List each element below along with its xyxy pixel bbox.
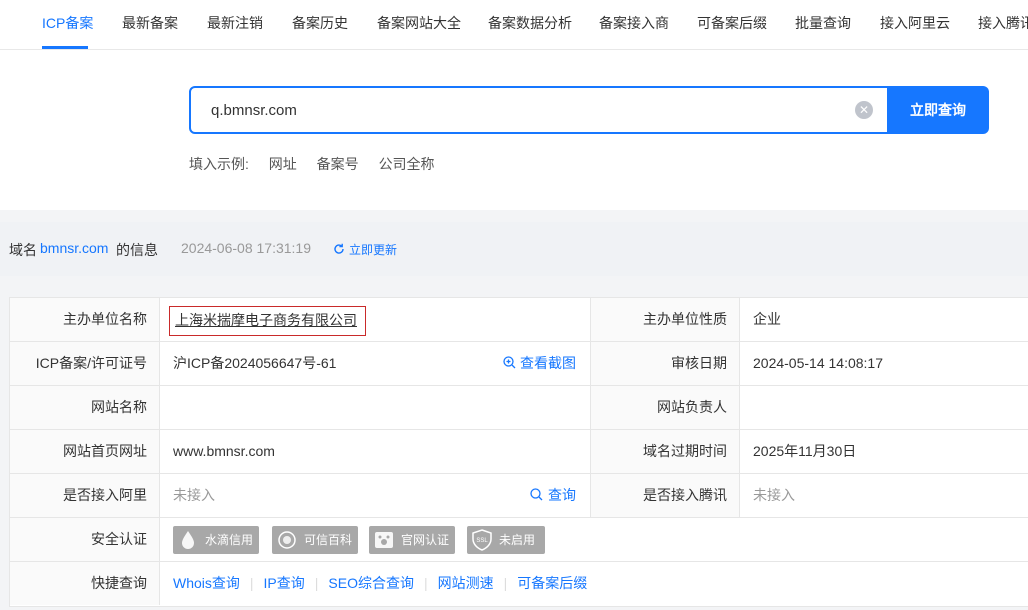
example-company-name[interactable]: 公司全称 [379,156,435,172]
refresh-icon [334,243,344,254]
top-nav: ICP备案 最新备案 最新注销 备案历史 备案网站大全 备案数据分析 备案接入商… [0,0,1028,50]
tab-icp[interactable]: ICP备案 [42,13,93,33]
search-icon [530,488,543,501]
clear-icon[interactable]: ✕ [855,101,873,119]
search-input[interactable] [211,88,831,132]
tab-record-sites[interactable]: 备案网站大全 [377,13,461,33]
row-label: 快捷查询 [10,562,160,605]
row-label: ICP备案/许可证号 [10,342,160,385]
domain-expiry-value: 2025年11月30日 [753,443,857,459]
suffix-link[interactable]: 可备案后缀 [517,575,587,591]
row-label: 网站首页网址 [10,430,160,473]
tab-latest-records[interactable]: 最新备案 [122,13,178,33]
icp-number-value: 沪ICP备2024056647号-61 [173,355,337,371]
row-label: 是否接入腾讯 [590,474,740,517]
separator: | [424,575,428,591]
row-label: 是否接入阿里 [10,474,160,517]
tab-record-history[interactable]: 备案历史 [292,13,348,33]
search-examples: 填入示例: 网址 备案号 公司全称 [189,154,451,174]
review-date-value: 2024-05-14 14:08:17 [753,355,883,371]
table-row: ICP备案/许可证号 沪ICP备2024056647号-61 查看截图 审核日期… [10,342,1028,386]
ip-query-link[interactable]: IP查询 [264,575,305,591]
example-record-number[interactable]: 备案号 [317,156,359,172]
tab-batch-query[interactable]: 批量查询 [795,13,851,33]
separator: | [314,575,319,591]
table-row: 安全认证 水滴信用 可信百科 官网认证 SSL 未启用 [10,518,1028,562]
paw-icon [375,532,393,548]
ssl-shield-icon: SSL [472,529,492,551]
sponsor-type-value: 企业 [753,311,781,327]
table-row: 是否接入阿里 未接入 查询 是否接入腾讯 未接入 [10,474,1028,518]
aliyun-query-label: 查询 [548,487,576,503]
view-screenshot-link[interactable]: 查看截图 [503,342,576,385]
row-label: 安全认证 [10,518,160,561]
example-url[interactable]: 网址 [269,156,297,172]
row-label: 审核日期 [590,342,740,385]
tab-aliyun[interactable]: 接入阿里云 [880,13,950,33]
table-row: 快捷查询 Whois查询 | IP查询 | SEO综合查询 | 网站测速 | 可备案后缀 [10,562,1028,606]
row-label: 网站名称 [10,386,160,429]
search-area: ✕ 立即查询 填入示例: 网址 备案号 公司全称 [0,50,1028,210]
quick-links: Whois查询 | IP查询 | SEO综合查询 | 网站测速 | 可备案后缀 [173,562,587,605]
row-label: 主办单位性质 [590,298,740,341]
badge-trusted-encyclopedia[interactable]: 可信百科 [272,526,359,554]
info-suffix: 的信息 [116,242,158,258]
record-table: 主办单位名称 上海米揣摩电子商务有限公司 主办单位性质 企业 ICP备案/许可证… [9,297,1028,607]
badge-ssl[interactable]: SSL 未启用 [467,526,546,554]
water-drop-icon [182,531,194,549]
row-label: 主办单位名称 [10,298,160,341]
table-row: 网站名称 网站负责人 [10,386,1028,430]
tencent-access-value: 未接入 [753,487,795,503]
info-domain[interactable]: bmnsr.com [40,240,108,256]
badge-official-site[interactable]: 官网认证 [369,526,456,554]
shield-icon [278,531,296,549]
info-prefix: 域名 [9,242,37,258]
info-timestamp: 2024-06-08 17:31:19 [181,240,311,256]
homepage-url-value[interactable]: www.bmnsr.com [173,430,275,473]
svg-text:SSL: SSL [476,538,488,544]
row-label: 域名过期时间 [590,430,740,473]
refresh-button[interactable]: 立即更新 [333,241,397,258]
zoom-in-icon [503,356,516,369]
separator: | [503,575,508,591]
seo-query-link[interactable]: SEO综合查询 [328,575,414,591]
search-box: ✕ [189,86,889,134]
sponsor-name-value[interactable]: 上海米揣摩电子商务有限公司 [169,306,366,336]
aliyun-access-value: 未接入 [173,487,215,503]
tab-latest-cancellations[interactable]: 最新注销 [207,13,263,33]
table-row: 主办单位名称 上海米揣摩电子商务有限公司 主办单位性质 企业 [10,298,1028,342]
tab-access-providers[interactable]: 备案接入商 [599,13,669,33]
badge-water-credit[interactable]: 水滴信用 [173,526,260,554]
row-label: 网站负责人 [590,386,740,429]
speed-test-link[interactable]: 网站测速 [438,575,494,591]
search-button[interactable]: 立即查询 [887,86,989,134]
view-screenshot-label: 查看截图 [520,355,576,371]
refresh-label: 立即更新 [349,243,398,257]
active-tab-indicator [42,46,88,49]
aliyun-query-link[interactable]: 查询 [530,474,576,517]
table-row: 网站首页网址 www.bmnsr.com 域名过期时间 2025年11月30日 [10,430,1028,474]
tab-tencent[interactable]: 接入腾讯 [978,13,1028,33]
domain-info-bar: 域名 bmnsr.com 的信息 2024-06-08 17:31:19 立即更… [0,222,1028,276]
separator: | [249,575,254,591]
whois-link[interactable]: Whois查询 [173,575,240,591]
tab-record-analysis[interactable]: 备案数据分析 [488,13,572,33]
tab-registrable-suffix[interactable]: 可备案后缀 [697,13,767,33]
examples-label: 填入示例: [189,156,249,172]
